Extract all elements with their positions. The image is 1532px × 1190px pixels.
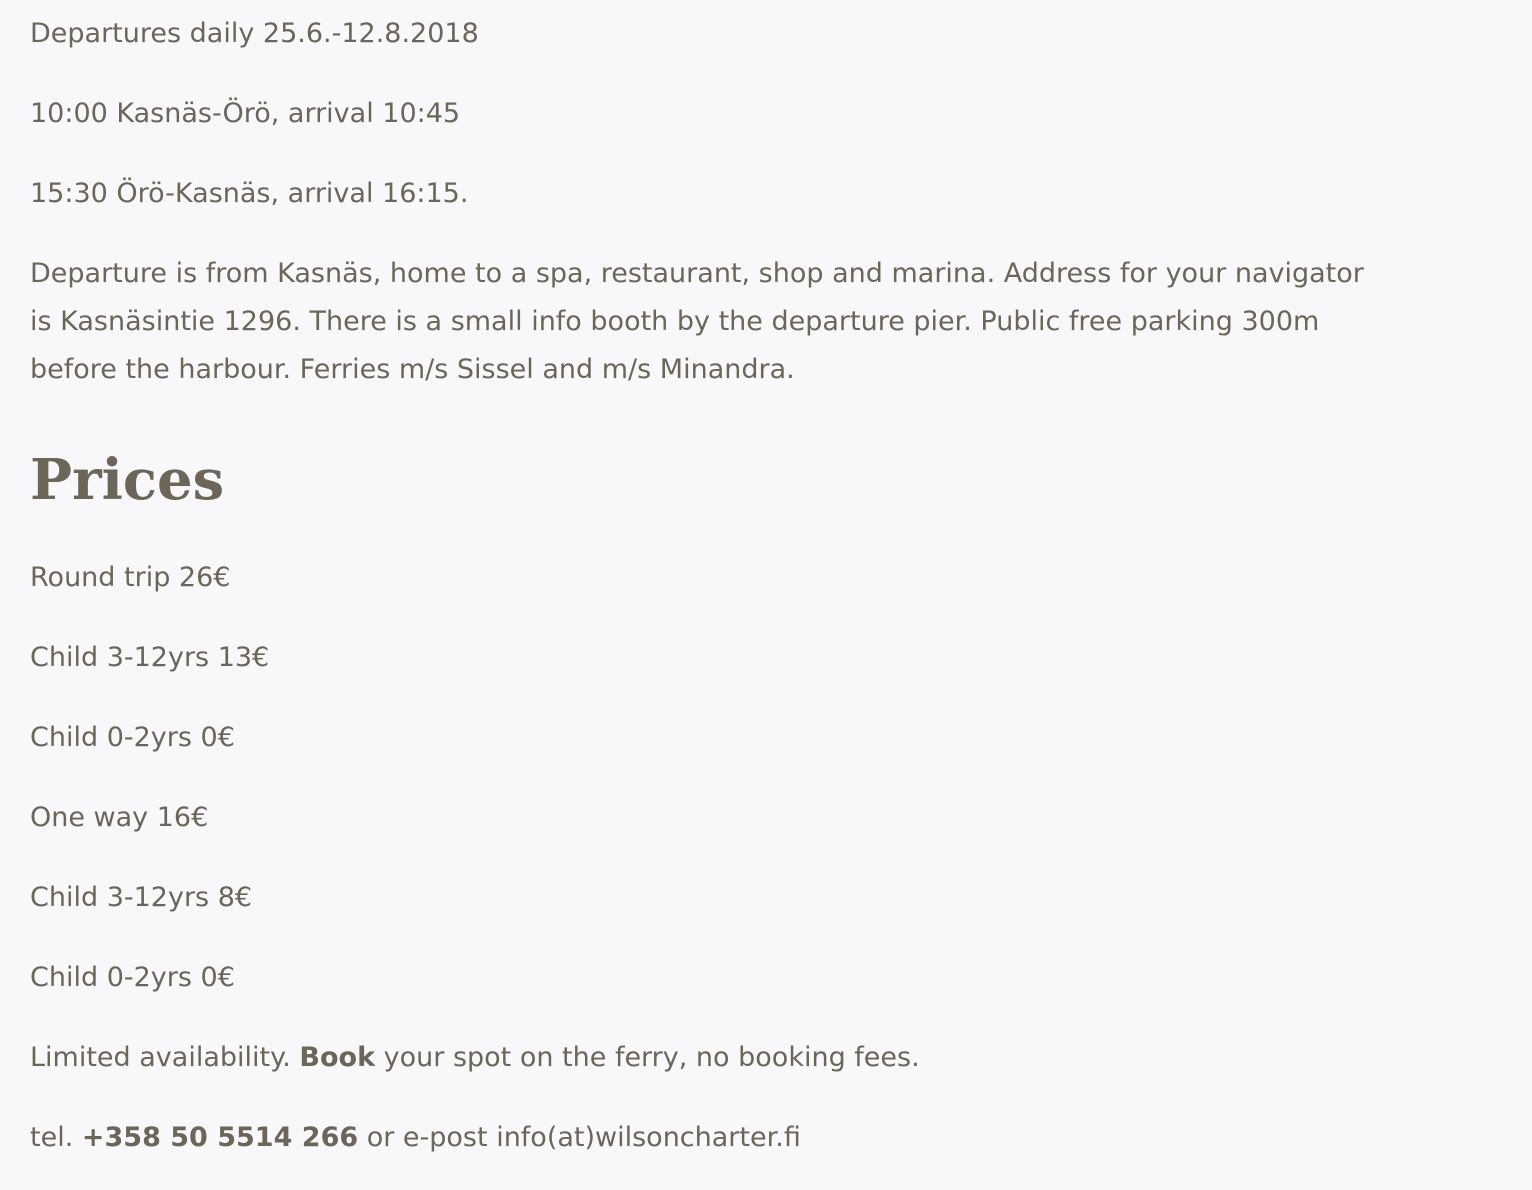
booking-note: Limited availability. Book your spot on … <box>30 1034 920 1082</box>
book-emphasis: Book <box>299 1042 376 1073</box>
prices-heading: Prices <box>30 447 225 513</box>
booking-prefix: Limited availability. <box>30 1042 300 1073</box>
outbound-departure: 10:00 Kasnäs-Örö, arrival 10:45 <box>30 98 461 129</box>
price-child-0-2-one-way: Child 0-2yrs 0€ <box>30 962 235 993</box>
price-round-trip: Round trip 26€ <box>30 562 231 593</box>
contact-line: tel. +358 50 5514 266 or e-post info(at)… <box>30 1114 801 1162</box>
departure-info-line-3: before the harbour. Ferries m/s Sissel a… <box>30 354 795 385</box>
departure-info-line-2: is Kasnäsintie 1296. There is a small in… <box>30 306 1320 337</box>
phone-number[interactable]: +358 50 5514 266 <box>82 1122 358 1153</box>
departure-info-line-1: Departure is from Kasnäs, home to a spa,… <box>30 258 1364 289</box>
price-child-0-2-round: Child 0-2yrs 0€ <box>30 722 235 753</box>
contact-middle: or e-post <box>358 1122 497 1153</box>
departure-info: Departure is from Kasnäs, home to a spa,… <box>30 250 1510 394</box>
tel-prefix: tel. <box>30 1122 82 1153</box>
price-child-3-12-round: Child 3-12yrs 13€ <box>30 642 270 673</box>
season-dates: Departures daily 25.6.-12.8.2018 <box>30 18 479 49</box>
booking-suffix: your spot on the ferry, no booking fees. <box>375 1042 920 1073</box>
price-child-3-12-one-way: Child 3-12yrs 8€ <box>30 882 253 913</box>
return-departure: 15:30 Örö-Kasnäs, arrival 16:15. <box>30 178 469 209</box>
email-address[interactable]: info(at)wilsoncharter.fi <box>496 1122 801 1153</box>
price-one-way: One way 16€ <box>30 802 209 833</box>
